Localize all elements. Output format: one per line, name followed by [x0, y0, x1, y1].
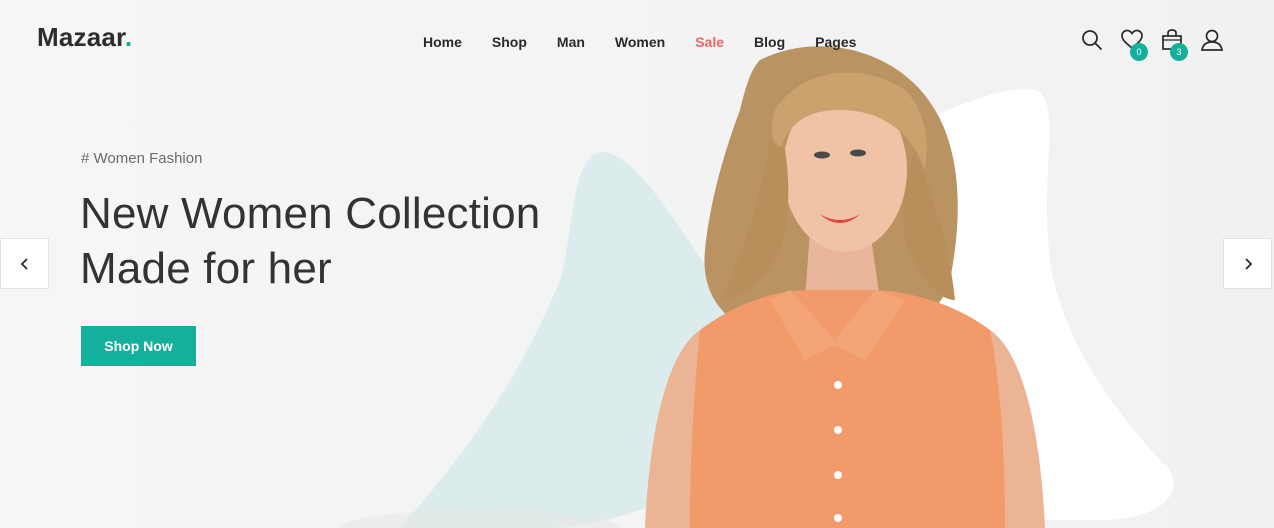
nav-item-sale[interactable]: Sale [695, 34, 724, 50]
hero-slider: Mazaar. Home Shop Man Women Sale Blog Pa… [0, 0, 1274, 528]
hero-headline-line-2: Made for her [80, 244, 332, 293]
nav-item-blog[interactable]: Blog [754, 34, 785, 50]
brand-dot: . [124, 22, 133, 52]
nav-item-women[interactable]: Women [615, 34, 665, 50]
main-nav: Home Shop Man Women Sale Blog Pages [408, 34, 871, 50]
nav-item-home[interactable]: Home [423, 34, 462, 50]
slider-prev-button[interactable] [0, 238, 49, 289]
brand-name: Mazaar [37, 22, 125, 52]
slider-next-button[interactable] [1223, 238, 1272, 289]
hero-headline-line-1: New Women Collection [80, 189, 541, 238]
wishlist-button[interactable]: 0 [1120, 28, 1148, 61]
chevron-left-icon [20, 258, 28, 270]
chevron-right-icon [1245, 258, 1253, 270]
search-icon[interactable] [1080, 28, 1106, 54]
brand-logo[interactable]: Mazaar. [37, 22, 132, 53]
wishlist-count-badge: 0 [1130, 43, 1148, 61]
nav-item-man[interactable]: Man [557, 34, 585, 50]
site-header: Mazaar. Home Shop Man Women Sale Blog Pa… [0, 0, 1274, 84]
nav-item-pages[interactable]: Pages [815, 34, 856, 50]
cart-button[interactable]: 3 [1160, 28, 1188, 61]
hero-eyebrow: # Women Fashion [81, 150, 203, 167]
hero-headline: New Women Collection Made for her [80, 186, 540, 296]
nav-item-shop[interactable]: Shop [492, 34, 527, 50]
user-icon[interactable] [1200, 28, 1226, 54]
cart-count-badge: 3 [1170, 43, 1188, 61]
shop-now-button[interactable]: Shop Now [81, 326, 196, 366]
header-icons: 0 3 [1078, 28, 1228, 64]
